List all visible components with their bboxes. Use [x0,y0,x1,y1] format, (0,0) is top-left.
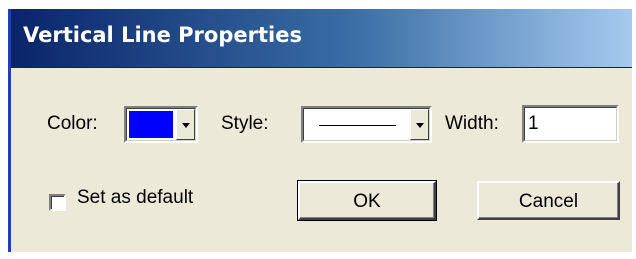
set-as-default-checkbox[interactable] [49,194,66,211]
color-swatch [129,111,173,138]
width-label: Width: [445,113,499,134]
style-label: Style: [221,113,269,134]
line-style-sample [319,124,396,126]
vertical-line-properties-dialog: Vertical Line Properties Color: Style: W… [8,9,632,252]
cancel-button[interactable]: Cancel [477,181,620,220]
set-as-default-label[interactable]: Set as default [77,187,193,209]
ok-button-label: OK [353,190,381,212]
cancel-button-label: Cancel [518,190,579,212]
ok-button[interactable]: OK [297,180,437,221]
width-input[interactable] [524,107,617,141]
width-field-frame [522,105,619,143]
color-label: Color: [47,113,98,134]
style-dropdown-button[interactable] [410,109,429,140]
chevron-down-icon [181,122,190,128]
color-dropdown-button[interactable] [176,109,195,140]
title-bar[interactable]: Vertical Line Properties [11,9,632,68]
dialog-title: Vertical Line Properties [23,23,302,47]
chevron-down-icon [415,122,424,128]
color-dropdown[interactable] [124,106,198,143]
style-dropdown[interactable] [301,106,432,143]
